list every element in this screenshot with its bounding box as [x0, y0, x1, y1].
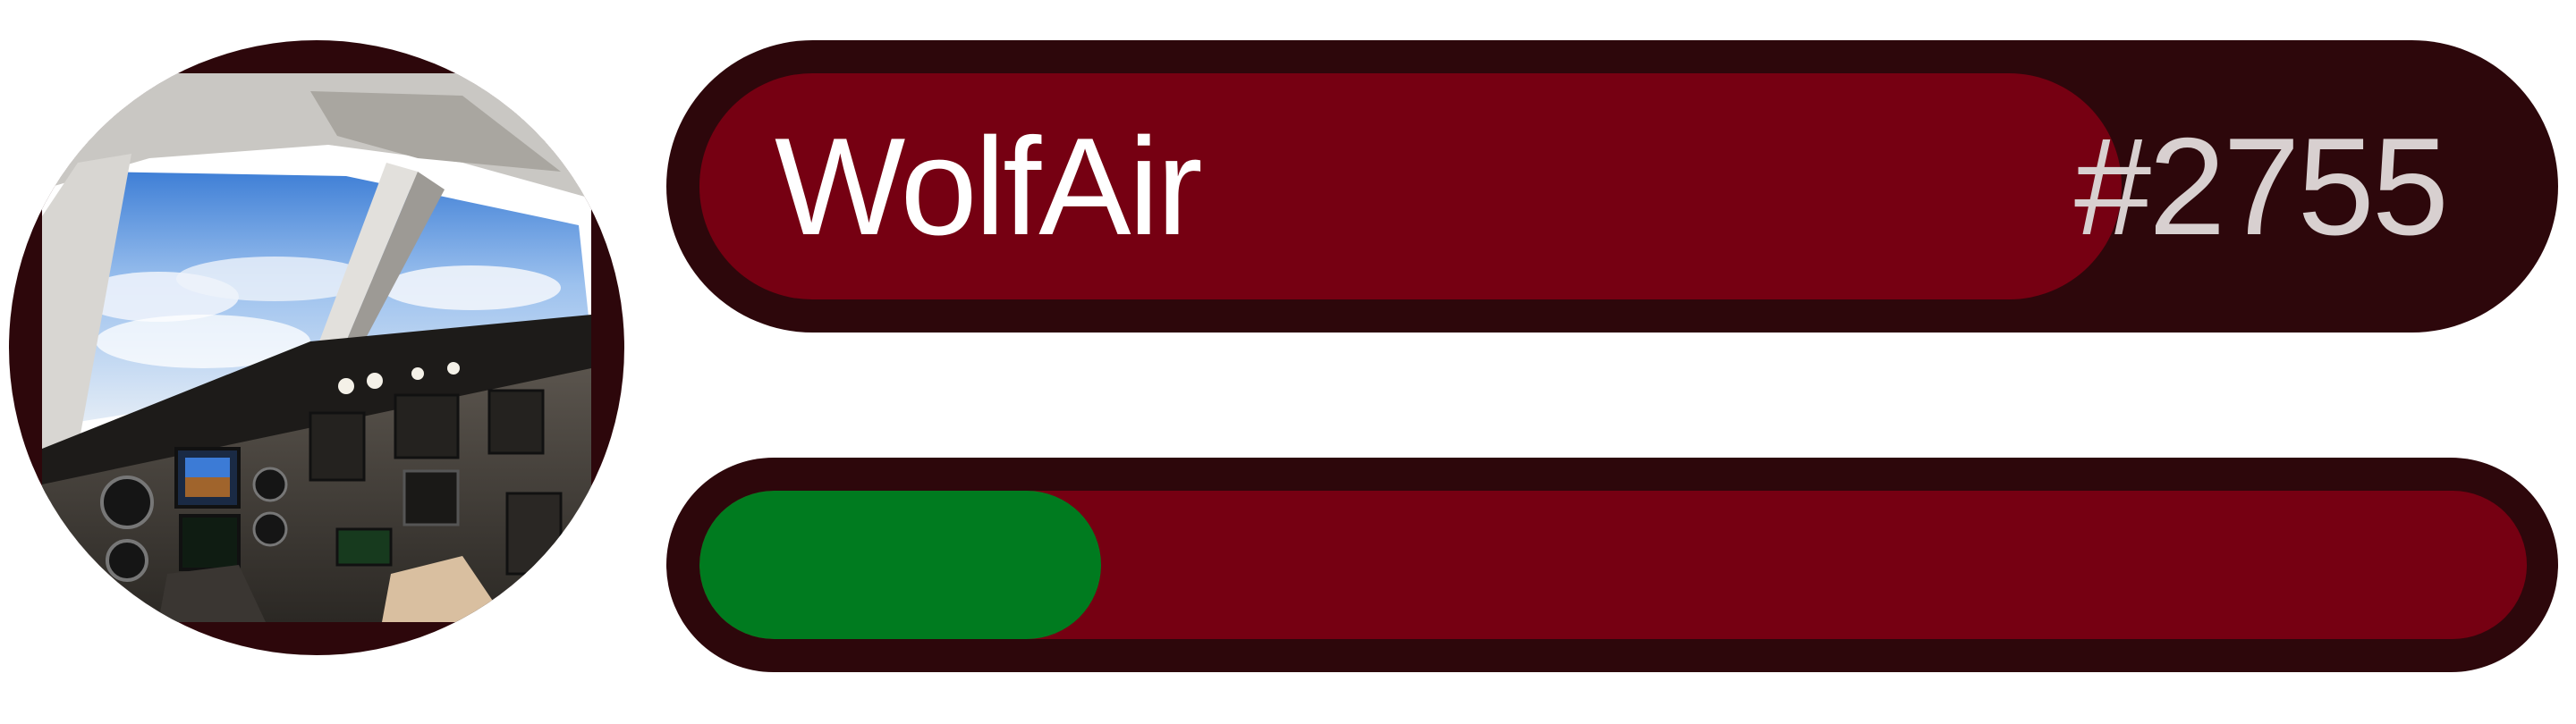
cockpit-photo-icon: [42, 73, 591, 622]
progress-fill: [699, 491, 1102, 639]
progress-bar: [666, 458, 2558, 672]
progress-track: [699, 491, 2527, 639]
airline-name: WolfAir: [775, 109, 1203, 264]
name-banner: WolfAir #2755: [666, 40, 2558, 333]
avatar: [9, 40, 624, 655]
airline-id: #2755: [2073, 109, 2449, 264]
